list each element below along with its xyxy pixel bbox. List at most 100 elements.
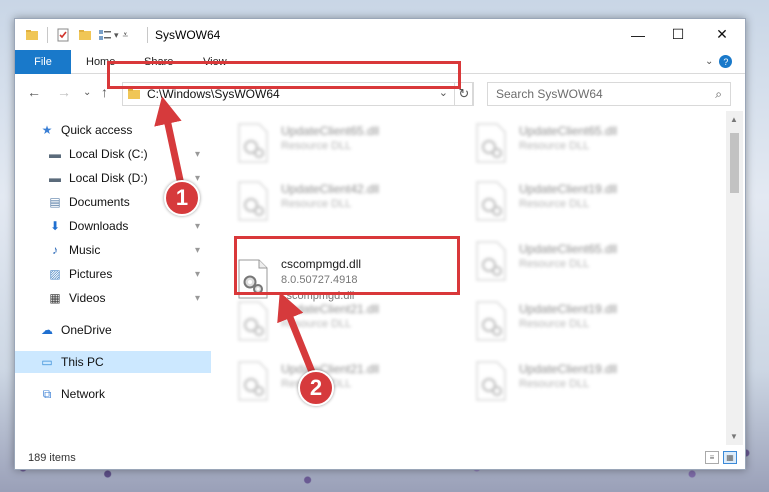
qat-dropdown-icon[interactable]: ⩡ [123, 30, 129, 41]
file-tile[interactable]: UpdateClient65.dll Resource DLL [457, 233, 687, 289]
file-type: Resource DLL [519, 378, 590, 390]
file-name: UpdateClient19.dll [519, 182, 618, 196]
file-tile[interactable]: UpdateClient65.dll Resource DLL [219, 115, 449, 171]
sidebar-item-label: Documents [69, 195, 130, 209]
customize-view-icon[interactable] [98, 28, 112, 42]
file-type: Resource DLL [281, 198, 352, 210]
tiles-view-icon[interactable]: ▦ [723, 451, 737, 464]
sidebar-item-label: Downloads [69, 219, 129, 233]
sidebar-item-label: Pictures [69, 267, 113, 281]
dll-file-icon [238, 301, 268, 341]
address-highlight-box [107, 61, 461, 89]
search-icon: ⌕ [715, 87, 722, 101]
search-box[interactable]: Search SysWOW64 ⌕ [487, 82, 731, 106]
scrollbar-thumb[interactable] [730, 133, 739, 193]
address-path[interactable]: C:\Windows\SysWOW64 [147, 87, 280, 101]
recent-locations-button[interactable]: ⌄ [83, 87, 91, 98]
sidebar-item-label: Local Disk (C:) [69, 147, 148, 161]
help-icon[interactable]: ? [719, 55, 733, 68]
new-folder-icon[interactable] [78, 28, 92, 42]
file-name: UpdateClient65.dll [519, 242, 618, 256]
sidebar-item-this-pc[interactable]: ▭ This PC [15, 351, 211, 373]
dll-file-icon [238, 181, 268, 221]
dll-file-icon [476, 241, 506, 281]
file-name: UpdateClient19.dll [519, 362, 618, 376]
file-name: UpdateClient42.dll [281, 182, 380, 196]
sidebar-item-onedrive[interactable]: ☁ OneDrive [15, 319, 211, 341]
navigation-pane: ★ Quick access ▬ Local Disk (C:) ▾ ▬ Loc… [15, 111, 211, 445]
pin-icon: ▾ [195, 268, 201, 280]
sidebar-item-label: Network [61, 387, 106, 401]
step-2-badge: 2 [298, 370, 334, 406]
status-bar: 189 items ≡ ▦ [15, 447, 745, 469]
file-type: Resource DLL [281, 140, 352, 152]
scroll-up-icon[interactable]: ▲ [730, 115, 738, 124]
step-1-badge: 1 [164, 180, 200, 216]
file-tile[interactable]: UpdateClient19.dll Resource DLL [457, 293, 687, 349]
customize-dropdown-icon[interactable]: ▾ [114, 30, 119, 41]
file-tile[interactable]: UpdateClient42.dll Resource DLL [219, 173, 449, 229]
drive-icon: ▬ [49, 171, 61, 185]
forward-button[interactable]: → [57, 84, 71, 100]
pin-icon: ▾ [195, 244, 201, 256]
search-input[interactable]: Search SysWOW64 [496, 87, 603, 101]
properties-check-icon[interactable] [56, 28, 70, 42]
sidebar-item-label: OneDrive [61, 323, 112, 337]
file-name: UpdateClient65.dll [519, 124, 618, 138]
quick-access-toolbar: ▾ ⩡ [25, 26, 128, 44]
pictures-icon: ▨ [49, 267, 61, 281]
back-button[interactable]: ← [27, 84, 41, 100]
tab-file[interactable]: File [15, 50, 71, 74]
file-tile[interactable]: UpdateClient65.dll Resource DLL [457, 115, 687, 171]
scroll-down-icon[interactable]: ▼ [730, 432, 738, 441]
sidebar-item-quick-access[interactable]: ★ Quick access [15, 119, 211, 141]
file-tile[interactable]: UpdateClient21.dll Resource DLL [219, 353, 449, 409]
details-view-icon[interactable]: ≡ [705, 451, 719, 464]
sidebar-item-label: This PC [61, 355, 104, 369]
maximize-button[interactable]: ☐ [655, 19, 701, 50]
file-name: UpdateClient19.dll [519, 302, 618, 316]
sidebar-item-music[interactable]: ♪ Music ▾ [15, 239, 211, 261]
folder-icon [128, 89, 140, 99]
folder-icon[interactable] [25, 28, 39, 42]
expand-ribbon-icon[interactable]: ⌄ [705, 56, 713, 67]
sidebar-item-videos[interactable]: ▦ Videos ▾ [15, 287, 211, 309]
toolbar-separator [47, 27, 48, 43]
pin-icon: ▾ [195, 172, 201, 184]
file-name: UpdateClient65.dll [281, 124, 380, 138]
vertical-scrollbar[interactable]: ▲ ▼ [726, 111, 743, 445]
file-highlight-box [234, 236, 460, 295]
monitor-icon: ▭ [41, 355, 53, 369]
sidebar-item-network[interactable]: ⧉ Network [15, 383, 211, 405]
close-button[interactable]: ✕ [699, 19, 745, 50]
music-note-icon: ♪ [52, 243, 58, 257]
file-tile[interactable]: UpdateClient21.dll Resource DLL [219, 293, 449, 349]
sidebar-item-pictures[interactable]: ▨ Pictures ▾ [15, 263, 211, 285]
pin-icon: ▾ [195, 220, 201, 232]
network-icon: ⧉ [42, 386, 52, 401]
sidebar-item-local-disk-c[interactable]: ▬ Local Disk (C:) ▾ [15, 143, 211, 165]
file-type: Resource DLL [519, 318, 590, 330]
title-bar: ▾ ⩡ SysWOW64 — ☐ ✕ [15, 19, 745, 50]
sidebar-item-label: Quick access [61, 123, 133, 137]
sidebar-item-downloads[interactable]: ⬇ Downloads ▾ [15, 215, 211, 237]
file-tile[interactable]: UpdateClient19.dll Resource DLL [457, 173, 687, 229]
film-icon: ▦ [49, 291, 61, 305]
file-type: Resource DLL [519, 140, 590, 152]
file-name: UpdateClient21.dll [281, 362, 380, 376]
window-title: SysWOW64 [155, 28, 221, 42]
cloud-icon: ☁ [41, 323, 53, 337]
file-name: UpdateClient21.dll [281, 302, 380, 316]
pin-icon: ▾ [195, 292, 201, 304]
dll-file-icon [476, 361, 506, 401]
dll-file-icon [476, 301, 506, 341]
file-type: Resource DLL [519, 258, 590, 270]
download-arrow-icon: ⬇ [49, 219, 61, 233]
drive-icon: ▬ [49, 147, 61, 161]
item-count: 189 items [28, 452, 76, 464]
dll-file-icon [476, 123, 506, 163]
dll-file-icon [238, 123, 268, 163]
file-tile[interactable]: UpdateClient19.dll Resource DLL [457, 353, 687, 409]
sidebar-item-label: Music [69, 243, 101, 257]
title-separator [147, 27, 148, 43]
